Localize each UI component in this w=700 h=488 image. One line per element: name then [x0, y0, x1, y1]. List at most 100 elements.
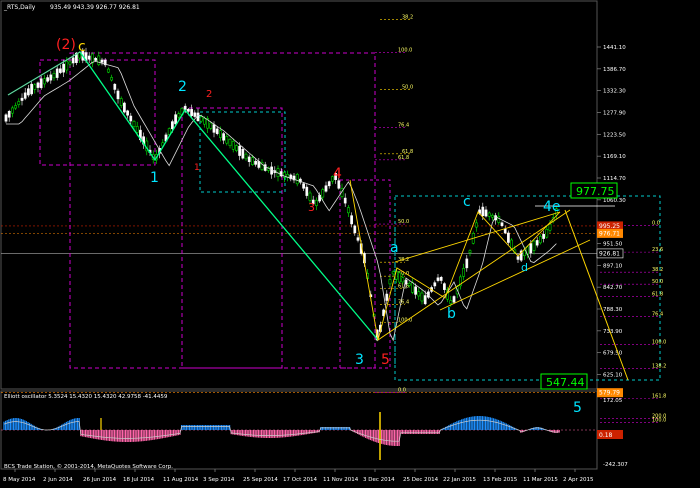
- fib-level-label: 138.2: [652, 364, 666, 370]
- candle-body: [484, 209, 488, 217]
- candle-body: [30, 83, 33, 95]
- candle-body: [465, 258, 469, 269]
- price-badge-label: 926.81: [599, 250, 620, 257]
- price-tick-label: 1277.90: [603, 111, 626, 117]
- fib-level-label: 61.8: [402, 149, 413, 155]
- candle-body: [398, 272, 401, 283]
- chart-window[interactable]: 1441.10 1386.70 1332.30 1277.90 1223.50 1169.…: [0, 0, 700, 484]
- candle-body: [91, 53, 94, 64]
- wave-label-1-red: 1: [194, 163, 200, 173]
- target-upper-text: 977.75: [576, 185, 615, 198]
- candle-body: [235, 145, 238, 151]
- price-tick-label: 1060.30: [603, 198, 626, 204]
- candle-body: [523, 250, 526, 257]
- candle-body: [241, 148, 245, 159]
- candle-body: [174, 114, 177, 125]
- price-tick-label: 1223.50: [603, 132, 626, 138]
- wave-label-1-cyan: 1: [150, 170, 159, 186]
- date-tick-label: 8 May 2014: [3, 477, 36, 483]
- candle-body: [4, 114, 8, 122]
- candle-body: [167, 128, 171, 135]
- candle-body: [497, 216, 501, 223]
- price-badge-label: 976.71: [599, 230, 620, 237]
- price-tick-label: 1169.10: [603, 154, 626, 160]
- fib-level-label: 0.0: [652, 221, 660, 227]
- wave-label-2-paren: (2): [56, 37, 76, 53]
- candle-body: [135, 126, 139, 133]
- wave-lines: [7, 51, 629, 381]
- fib-level-label: 61.8: [398, 155, 409, 161]
- candle-body: [43, 78, 46, 85]
- candle-body: [308, 192, 312, 201]
- candle-body: [52, 73, 56, 79]
- candle-body: [535, 240, 539, 246]
- candle-body: [212, 124, 216, 133]
- wave-label-3-cyan: 3: [355, 352, 364, 368]
- candle-body: [215, 128, 219, 134]
- candle-body: [49, 74, 53, 81]
- candle-body: [119, 98, 123, 106]
- candle-body: [199, 116, 203, 122]
- osc-axis-label: -242.307: [603, 462, 628, 468]
- candle-body: [110, 77, 113, 81]
- fib-level-label: 76.4: [652, 311, 663, 317]
- fib-level-label: 100.0: [652, 339, 666, 345]
- candle-body: [46, 77, 49, 82]
- moving-average-line: [6, 60, 557, 342]
- candle-body: [302, 183, 305, 189]
- fib-level-label: 50.0: [402, 85, 413, 91]
- candle-body: [423, 295, 427, 305]
- candle-body: [443, 283, 446, 290]
- chart-canvas[interactable]: 1441.10 1386.70 1332.30 1277.90 1223.50 1169.…: [0, 0, 700, 484]
- oscillator-histogram: [1, 412, 597, 460]
- date-tick-label: 3 Sep 2014: [203, 477, 235, 483]
- candle-body: [449, 300, 453, 304]
- candle-body: [65, 60, 69, 71]
- candle-body: [420, 292, 424, 302]
- candle-body: [503, 228, 507, 234]
- date-tick-label: 2 Apr 2015: [563, 477, 594, 483]
- price-tick-label: 625.10: [603, 373, 623, 379]
- date-tick-label: 22 Jan 2015: [443, 477, 476, 483]
- osc-axis-label: 172.05: [603, 398, 623, 404]
- fib-level-label: 100.0: [398, 48, 412, 54]
- candle-body: [401, 277, 405, 283]
- wave-label-2-cyan: 2: [178, 79, 187, 95]
- candle-body: [545, 229, 549, 238]
- candle-body: [347, 207, 350, 214]
- price-tick-label: 897.10: [603, 263, 623, 269]
- fib-level-label: 50.0: [652, 279, 663, 285]
- candle-body: [315, 199, 318, 206]
- candle-body: [129, 115, 133, 122]
- candle-body: [487, 212, 491, 217]
- candle-body: [219, 130, 222, 138]
- candle-body: [417, 291, 421, 297]
- date-axis: 8 May 2014 2 Jun 2014 26 Jun 2014 18 Jul 20…: [3, 469, 594, 483]
- candle-body: [414, 286, 417, 295]
- candle-body: [475, 222, 478, 228]
- candle-body: [36, 82, 40, 88]
- candle-body: [305, 186, 309, 196]
- date-tick-label: 11 Nov 2014: [323, 477, 359, 483]
- price-tick-label: 1114.70: [603, 176, 626, 182]
- candle-body: [39, 78, 43, 89]
- candle-body: [100, 59, 104, 63]
- candle-body: [388, 279, 392, 285]
- triangle-upper-line: [394, 211, 561, 263]
- date-tick-label: 17 Oct 2014: [283, 477, 318, 483]
- target-lower-text: 547.44: [546, 376, 585, 389]
- candle-body: [68, 61, 72, 65]
- date-tick-label: 11 Mar 2015: [523, 477, 558, 483]
- target-upper: 977.75: [570, 182, 618, 199]
- fib-level-label: 76.4: [398, 123, 409, 129]
- candle-body: [113, 83, 117, 90]
- candle-body: [97, 55, 101, 65]
- candle-body: [353, 225, 357, 234]
- candle-body: [123, 102, 126, 113]
- candle-body: [468, 250, 472, 253]
- candle-body: [500, 222, 504, 226]
- wave-label-c-top: c: [78, 39, 86, 55]
- candle-body: [452, 296, 456, 303]
- price-tick-label: 951.50: [603, 242, 623, 248]
- candle-body: [251, 157, 254, 165]
